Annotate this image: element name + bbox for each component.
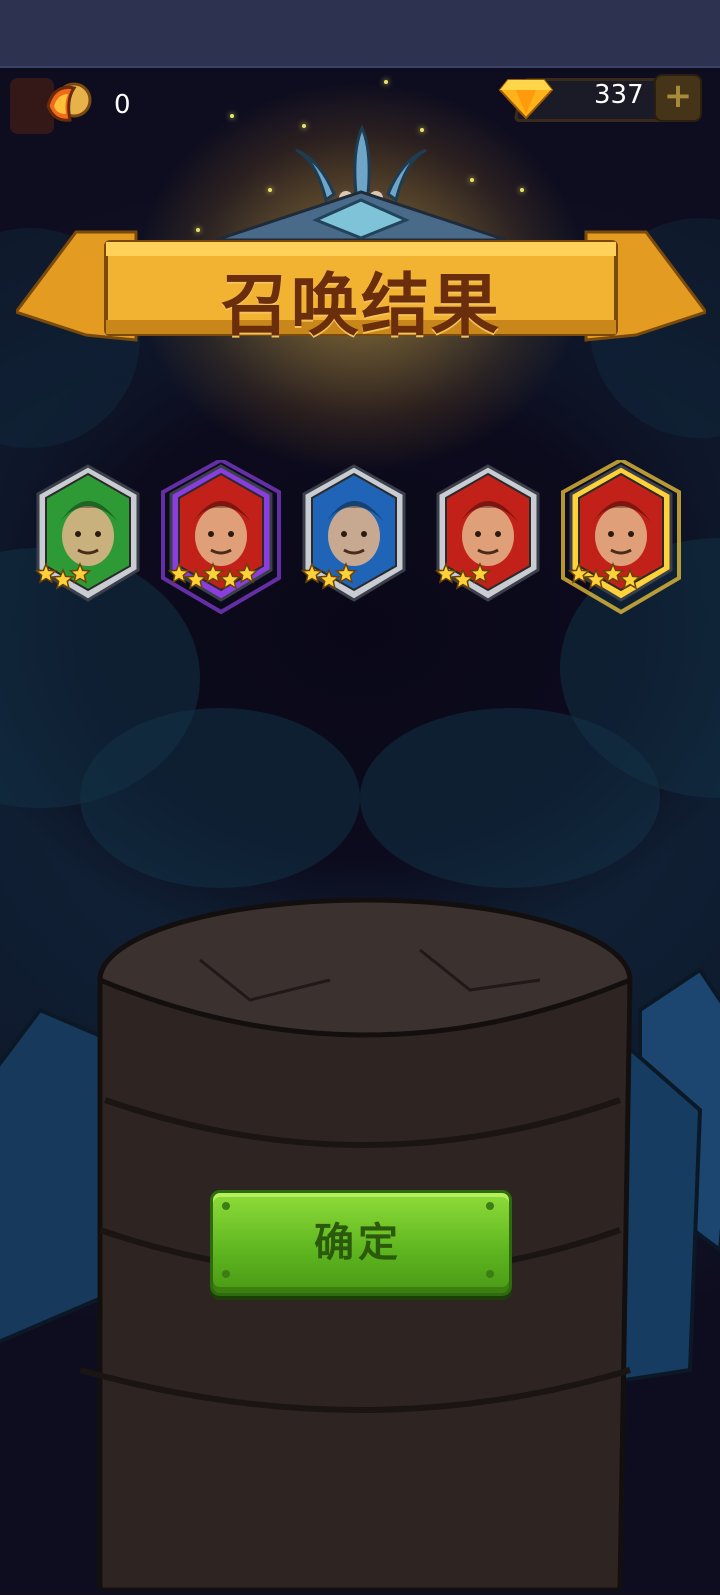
token-count: 0	[114, 90, 131, 120]
star-icon	[434, 562, 458, 584]
star-icon	[618, 568, 642, 590]
star-icon	[334, 562, 358, 584]
hero-star-rating	[161, 560, 281, 600]
star-icon	[235, 562, 259, 584]
star-icon	[51, 568, 75, 590]
add-gems-button[interactable]: +	[654, 74, 702, 122]
summon-result-banner: 召唤结果	[13, 120, 709, 350]
star-icon	[34, 562, 58, 584]
plus-icon: +	[663, 76, 693, 116]
star-icon	[218, 568, 242, 590]
star-icon	[601, 562, 625, 584]
star-icon	[201, 562, 225, 584]
star-icon	[68, 562, 92, 584]
gem-count: 337	[594, 80, 644, 110]
hero-star-rating	[428, 560, 548, 600]
hero-star-rating	[561, 560, 681, 600]
gem-counter: 337 +	[498, 74, 702, 122]
hero-card-3[interactable]	[294, 460, 414, 620]
hero-card-2[interactable]	[161, 460, 281, 620]
page-title: 召唤结果	[220, 267, 501, 346]
star-icon	[300, 562, 324, 584]
confirm-button[interactable]: 确定	[210, 1190, 512, 1296]
star-icon	[451, 568, 475, 590]
hero-card-4[interactable]	[428, 460, 548, 620]
star-icon	[167, 562, 191, 584]
star-icon	[468, 562, 492, 584]
star-icon	[317, 568, 341, 590]
star-icon	[584, 568, 608, 590]
hero-star-rating	[294, 560, 414, 600]
star-icon	[567, 562, 591, 584]
star-icon	[184, 568, 208, 590]
confirm-button-label: 确定	[314, 1220, 402, 1266]
hero-card-1[interactable]	[28, 460, 148, 620]
hero-star-rating	[28, 560, 148, 600]
system-status-bar	[0, 0, 720, 68]
hero-card-5[interactable]	[561, 460, 681, 620]
gem-icon	[498, 74, 554, 120]
